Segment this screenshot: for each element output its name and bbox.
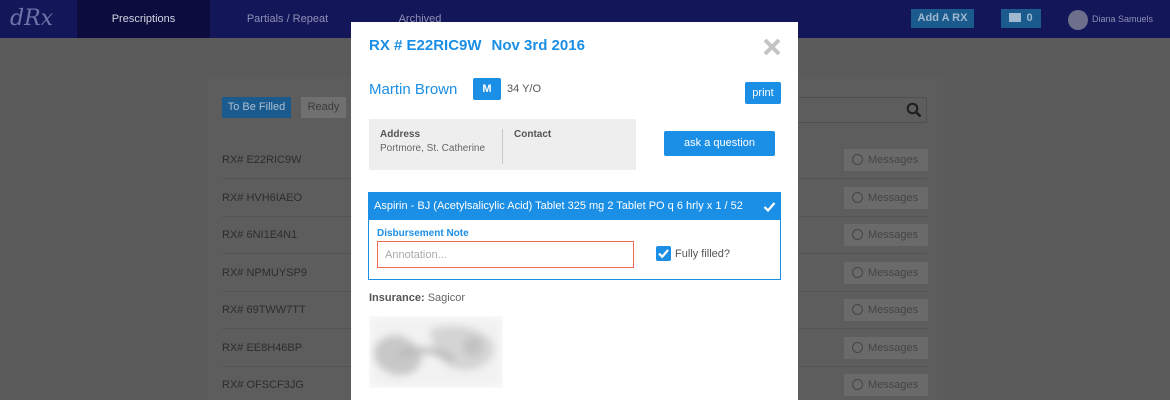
- row-messages-button[interactable]: Messages: [844, 149, 928, 171]
- contact-label: Contact: [514, 129, 552, 140]
- messages-button[interactable]: 0: [1001, 9, 1041, 28]
- rx-number-cell: RX# 6NI1E4N1: [222, 229, 298, 241]
- row-messages-button[interactable]: Messages: [844, 299, 928, 321]
- patient-name: Martin Brown: [369, 81, 458, 98]
- rx-number-cell: RX# HVH6IAEO: [222, 191, 303, 204]
- fully-filled-label: Fully filled?: [675, 248, 731, 260]
- ask-question-button[interactable]: ask a question: [664, 131, 775, 156]
- add-rx-button[interactable]: Add A RX: [911, 9, 974, 28]
- messages-label: Messages: [868, 304, 919, 316]
- rx-number-cell: RX# NPMUYSP9: [222, 266, 307, 279]
- messages-label: Messages: [868, 191, 919, 204]
- row-messages-button[interactable]: Messages: [844, 224, 928, 246]
- address-label: Address: [380, 129, 421, 140]
- rx-number: RX # E22RIC9W: [369, 37, 482, 54]
- row-messages-button[interactable]: Messages: [844, 374, 928, 396]
- insurance-value: Sagicor: [427, 292, 465, 304]
- message-circle-icon: [852, 229, 863, 240]
- rx-number-cell: RX# 69TWW7TT: [222, 304, 306, 316]
- app-logo[interactable]: dRx: [10, 4, 53, 34]
- rx-number-cell: RX# E22RIC9W: [222, 154, 302, 166]
- message-circle-icon: [852, 154, 863, 165]
- envelope-icon: [1009, 13, 1022, 22]
- messages-label: Messages: [868, 341, 919, 354]
- messages-label: Messages: [868, 266, 919, 279]
- rx-number-cell: RX# EE8H46BP: [222, 341, 303, 354]
- messages-label: Messages: [868, 379, 919, 391]
- row-messages-button[interactable]: Messages: [844, 186, 928, 209]
- address-block: Address Portmore, St. Catherine: [380, 129, 485, 154]
- row-messages-button[interactable]: Messages: [844, 261, 928, 284]
- search-icon[interactable]: [906, 102, 922, 118]
- row-messages-button[interactable]: Messages: [844, 336, 928, 359]
- message-circle-icon: [852, 304, 863, 315]
- close-icon[interactable]: [761, 36, 783, 58]
- prescription-modal: RX # E22RIC9W Nov 3rd 2016 Martin Brown M…: [351, 22, 798, 400]
- check-icon: [763, 202, 776, 213]
- rx-number-cell: RX# OFSCF3JG: [222, 379, 304, 391]
- drug-name: Aspirin - BJ (Acetylsalicylic Acid) Tabl…: [374, 200, 743, 212]
- message-count: 0: [1026, 12, 1033, 24]
- modal-title: RX # E22RIC9W Nov 3rd 2016: [369, 37, 595, 54]
- patient-age: 34 Y/O: [507, 83, 542, 95]
- messages-label: Messages: [868, 229, 919, 241]
- checkmark-icon: [658, 249, 669, 259]
- drug-header[interactable]: Aspirin - BJ (Acetylsalicylic Acid) Tabl…: [369, 193, 780, 220]
- tab-partials-repeat[interactable]: Partials / Repeat: [210, 0, 365, 38]
- gender-badge: M: [473, 78, 501, 100]
- divider: [502, 129, 503, 164]
- patient-info-box: Address Portmore, St. Catherine Contact: [369, 119, 636, 170]
- insurance-label: Insurance:: [369, 292, 425, 304]
- contact-block: Contact: [514, 129, 551, 143]
- user-name: Diana Samuels: [1092, 14, 1154, 24]
- address-value: Portmore, St. Catherine: [380, 143, 486, 154]
- message-circle-icon: [852, 379, 863, 390]
- fully-filled-checkbox[interactable]: [656, 246, 671, 261]
- message-circle-icon: [852, 191, 863, 203]
- message-circle-icon: [852, 341, 863, 353]
- annotation-input[interactable]: [377, 241, 634, 268]
- drug-item: Aspirin - BJ (Acetylsalicylic Acid) Tabl…: [368, 192, 781, 280]
- print-button[interactable]: print: [745, 82, 781, 104]
- messages-label: Messages: [868, 154, 919, 166]
- user-menu[interactable]: Diana Samuels: [1068, 8, 1153, 30]
- message-circle-icon: [852, 266, 863, 278]
- disbursement-note-label: Disbursement Note: [377, 228, 469, 239]
- filter-to-be-filled[interactable]: To Be Filled: [222, 97, 291, 118]
- avatar: [1068, 9, 1088, 30]
- insurance-card-image: [369, 316, 503, 388]
- insurance-line: Insurance: Sagicor: [369, 292, 465, 304]
- tab-prescriptions[interactable]: Prescriptions: [77, 0, 210, 38]
- rx-date: Nov 3rd 2016: [491, 37, 585, 54]
- filter-ready[interactable]: Ready: [301, 97, 346, 118]
